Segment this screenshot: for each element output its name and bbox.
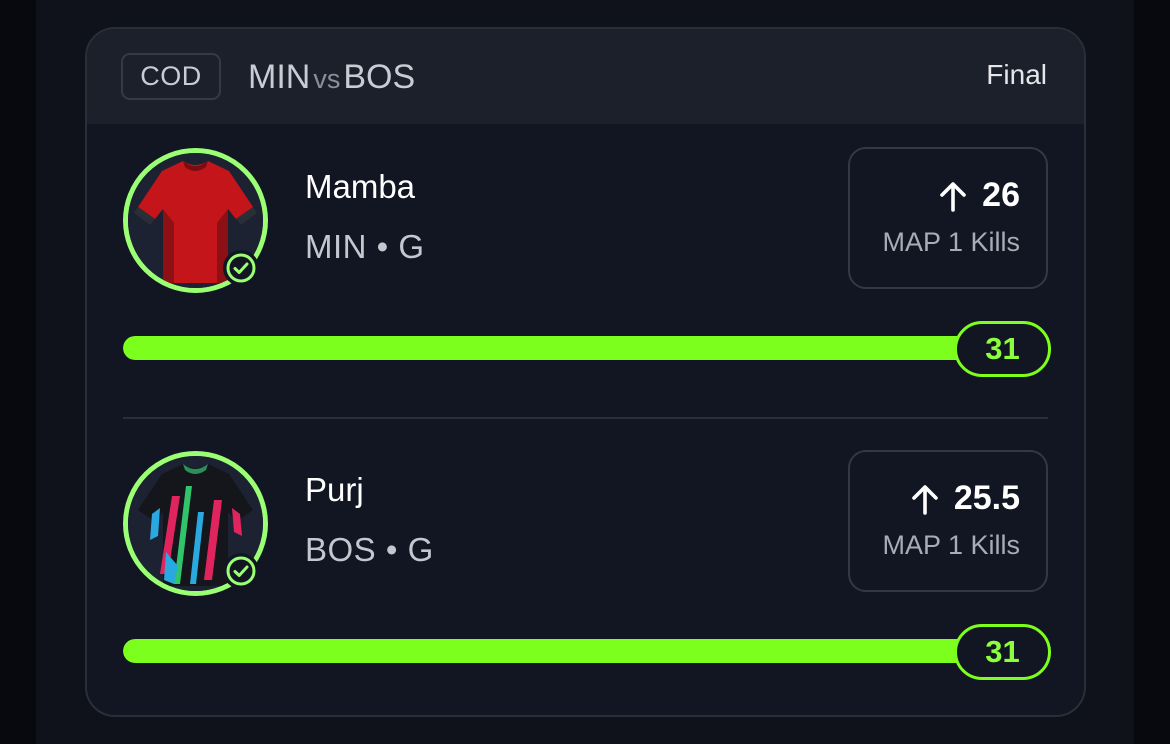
game-status: Final [986, 59, 1047, 90]
projection-value: 25.5 [953, 479, 1020, 517]
divider [123, 417, 1048, 419]
card-header: COD MIN vsBOS Final [87, 29, 1084, 124]
player-team-position: BOS • G [305, 531, 434, 568]
right-margin [1134, 0, 1170, 744]
arrow-up-icon [940, 181, 966, 212]
progress-fill [123, 639, 1003, 663]
stat-label: MAP 1 Kills [882, 530, 1020, 560]
result-value: 31 [954, 624, 1051, 680]
progress-bar [123, 639, 1003, 663]
player-name: Mamba [305, 168, 416, 205]
pick-card[interactable]: COD MIN vsBOS Final Mamba MIN • G 26 MAP… [85, 27, 1086, 717]
projection-value: 26 [982, 176, 1020, 214]
progress-fill [123, 336, 1003, 360]
check-circle-icon [223, 553, 259, 589]
player-row[interactable]: Purj BOS • G 25.5 MAP 1 Kills 31 [87, 427, 1084, 715]
left-margin [0, 0, 36, 744]
result-value: 31 [954, 321, 1051, 377]
projection-value-row: 26 [938, 176, 1020, 215]
check-circle-icon [223, 250, 259, 286]
projection-box[interactable]: 26 MAP 1 Kills [848, 147, 1048, 289]
league-badge: COD [121, 53, 221, 100]
arrow-up-icon [912, 484, 938, 515]
home-team: MIN [248, 58, 311, 96]
vs-label: vs [313, 64, 341, 94]
matchup: MIN vsBOS [248, 57, 415, 99]
player-team-position: MIN • G [305, 228, 425, 265]
player-name: Purj [305, 471, 364, 508]
away-team: BOS [343, 58, 416, 96]
player-row[interactable]: Mamba MIN • G 26 MAP 1 Kills 31 [87, 124, 1084, 414]
projection-box[interactable]: 25.5 MAP 1 Kills [848, 450, 1048, 592]
projection-value-row: 25.5 [910, 479, 1020, 518]
stat-label: MAP 1 Kills [882, 227, 1020, 257]
progress-bar [123, 336, 1003, 360]
